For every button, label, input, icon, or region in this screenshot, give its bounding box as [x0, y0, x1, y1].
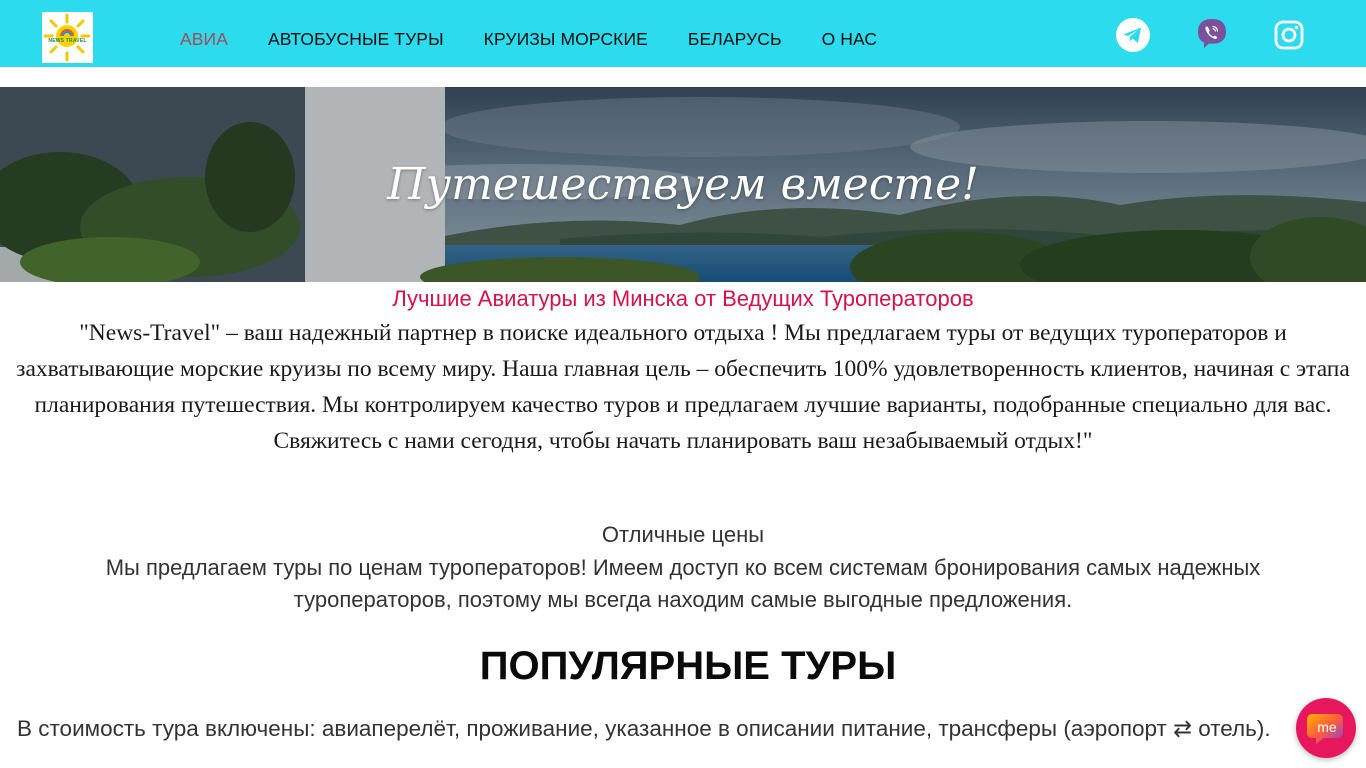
nav-item-belarus[interactable]: БЕЛАРУСЬ: [688, 29, 782, 51]
chat-widget-button[interactable]: me: [1296, 698, 1356, 758]
feature-title: Отличные цены: [601, 522, 765, 547]
chat-widget-label: me: [1317, 719, 1337, 735]
main-nav: АВИА АВТОБУСНЫЕ ТУРЫ КРУИЗЫ МОРСКИЕ БЕЛА…: [180, 29, 917, 51]
nav-item-bus-tours[interactable]: АВТОБУСНЫЕ ТУРЫ: [268, 29, 444, 51]
page-subtitle: Лучшие Авиатуры из Минска от Ведущих Тур…: [392, 286, 974, 311]
hero-banner: Путешествуем вместе!: [0, 87, 1366, 282]
chat-widget-icon: me: [1307, 714, 1343, 744]
hero-title: Путешествуем вместе!: [387, 159, 979, 210]
nav-item-avia[interactable]: АВИА: [180, 29, 228, 51]
instagram-icon[interactable]: [1271, 17, 1307, 53]
tour-included-text: В стоимость тура включены: авиаперелёт, …: [17, 716, 1271, 741]
site-logo[interactable]: NEWS TRAVEL: [42, 12, 93, 63]
nav-item-about[interactable]: О НАС: [822, 29, 878, 51]
nav-item-sea-cruises[interactable]: КРУИЗЫ МОРСКИЕ: [484, 29, 648, 51]
logo-text: NEWS TRAVEL: [48, 38, 87, 44]
site-header: NEWS TRAVEL АВИА АВТОБУСНЫЕ ТУРЫ КРУИЗЫ …: [0, 0, 1366, 67]
intro-paragraph: "News-Travel" – ваш надежный партнер в п…: [16, 320, 1350, 454]
viber-icon[interactable]: [1194, 16, 1230, 52]
telegram-icon[interactable]: [1115, 17, 1151, 53]
feature-text: Мы предлагаем туры по ценам туроператоро…: [105, 555, 1261, 612]
section-title-popular-tours: ПОПУЛЯРНЫЕ ТУРЫ: [479, 644, 897, 688]
